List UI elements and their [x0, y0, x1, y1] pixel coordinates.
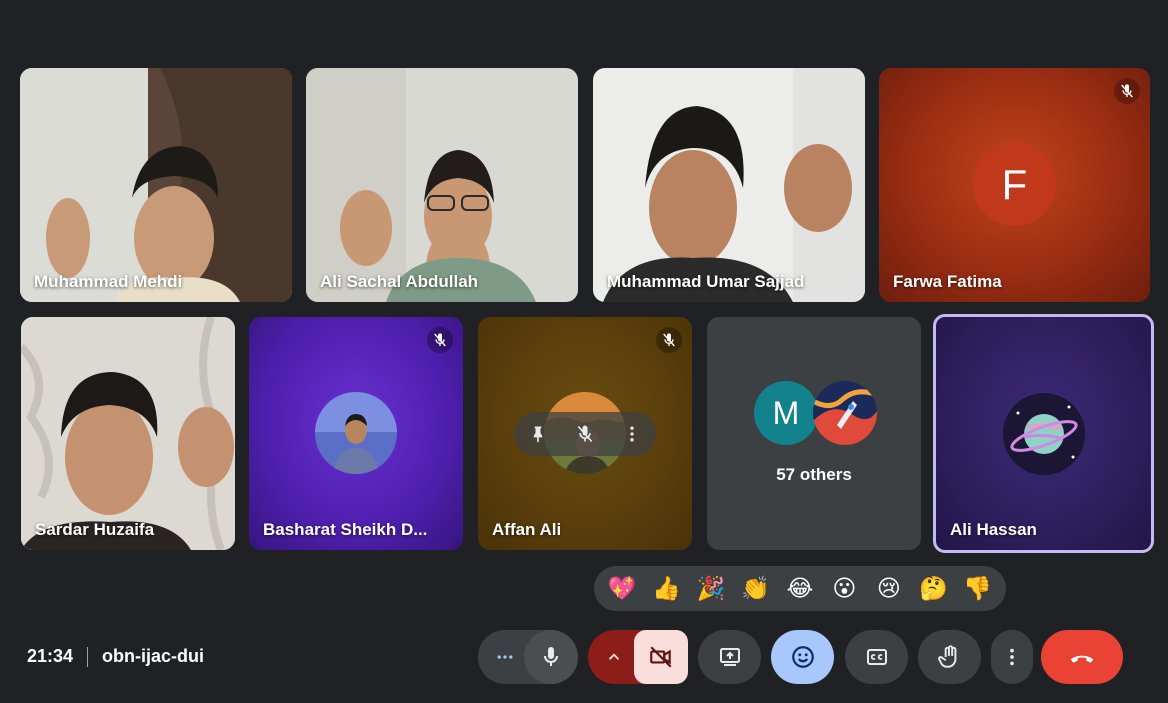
avatar: F: [973, 143, 1056, 226]
reactions-bar: 💖 👍 🎉 👏 😂 😮 😢 🤔 👎: [594, 566, 1006, 611]
reaction-party[interactable]: 🎉: [691, 569, 731, 609]
participant-name: Ali Hassan: [950, 520, 1037, 539]
participant-name: Ali Sachal Abdullah: [320, 272, 479, 291]
tile-hover-controls: [514, 412, 656, 456]
camera-button[interactable]: [634, 630, 688, 684]
participant-name: Affan Ali: [492, 520, 562, 539]
participant-tile-muhammad-mehdi[interactable]: Muhammad Mehdi: [20, 68, 292, 302]
reaction-thumbs-down[interactable]: 👎: [958, 569, 998, 609]
reaction-surprised[interactable]: 😮: [824, 569, 864, 609]
participant-name: Farwa Fatima: [893, 272, 1002, 291]
pin-icon[interactable]: [528, 424, 548, 444]
reaction-heart[interactable]: 💖: [602, 569, 642, 609]
captions-icon: [866, 649, 887, 665]
avatar: M: [754, 381, 818, 445]
chevron-up-icon: [608, 653, 620, 660]
present-button[interactable]: [698, 630, 761, 684]
reaction-laugh[interactable]: 😂: [780, 569, 820, 609]
participant-tile-farwa-fatima[interactable]: F Farwa Fatima: [879, 68, 1150, 302]
camera-feed: [20, 68, 292, 302]
participant-name: Basharat Sheikh D...: [263, 520, 428, 539]
mute-participant-icon[interactable]: [575, 424, 595, 444]
more-options-button[interactable]: [991, 630, 1033, 684]
participant-name: Sardar Huzaifa: [35, 520, 155, 539]
participant-tile-affan-ali[interactable]: Affan Ali: [478, 317, 692, 550]
meeting-code[interactable]: obn-ijac-dui: [102, 646, 204, 667]
divider: [87, 646, 89, 667]
avatar: [813, 381, 877, 445]
others-count: 57 others: [776, 465, 852, 484]
camera-control-group: [588, 630, 688, 684]
audio-settings-button[interactable]: [486, 630, 524, 684]
mic-icon: [544, 647, 558, 666]
mic-button[interactable]: [524, 630, 578, 684]
avatar-initial: M: [772, 394, 800, 431]
avatar: [315, 392, 397, 474]
meeting-info: 21:34 obn-ijac-dui: [27, 646, 204, 667]
mic-control-group: [478, 630, 578, 684]
camera-settings-button[interactable]: [596, 630, 632, 684]
emoji-button[interactable]: [771, 630, 834, 684]
leave-call-button[interactable]: [1041, 630, 1123, 684]
phone-hangup-icon: [1070, 655, 1094, 663]
avatar: [1003, 393, 1085, 475]
participant-tile-basharat-sheikh[interactable]: Basharat Sheikh D...: [249, 317, 463, 550]
reaction-thumbs-up[interactable]: 👍: [647, 569, 687, 609]
reaction-clap[interactable]: 👏: [736, 569, 776, 609]
reaction-thinking[interactable]: 🤔: [913, 569, 953, 609]
vertical-dots-icon: [1010, 648, 1014, 666]
camera-feed: [593, 68, 865, 302]
participant-name: Muhammad Mehdi: [34, 272, 183, 291]
participant-tile-sardar-huzaifa[interactable]: Sardar Huzaifa: [21, 317, 235, 550]
captions-button[interactable]: [845, 630, 908, 684]
present-screen-icon: [719, 648, 740, 666]
mic-muted-icon: [427, 327, 453, 353]
others-tile[interactable]: M 57 others: [707, 317, 921, 550]
more-options-icon[interactable]: [622, 424, 642, 444]
avatar-initial: F: [1001, 160, 1028, 208]
raise-hand-icon: [937, 645, 956, 668]
raise-hand-button[interactable]: [918, 630, 981, 684]
camera-feed: [21, 317, 235, 550]
participant-name: Muhammad Umar Sajjad: [607, 272, 805, 291]
participant-tile-muhammad-umar-sajjad[interactable]: Muhammad Umar Sajjad: [593, 68, 865, 302]
reaction-sad[interactable]: 😢: [869, 569, 909, 609]
camera-off-icon: [650, 646, 672, 668]
mic-muted-icon: [1114, 78, 1140, 104]
horizontal-dots-icon: [497, 655, 513, 659]
participant-tile-ali-hassan[interactable]: Ali Hassan: [933, 314, 1154, 553]
meeting-time: 21:34: [27, 646, 74, 666]
mic-muted-icon: [656, 327, 682, 353]
camera-feed: [306, 68, 578, 302]
emoji-icon: [791, 646, 814, 668]
participant-tile-ali-sachal-abdullah[interactable]: Ali Sachal Abdullah: [306, 68, 578, 302]
